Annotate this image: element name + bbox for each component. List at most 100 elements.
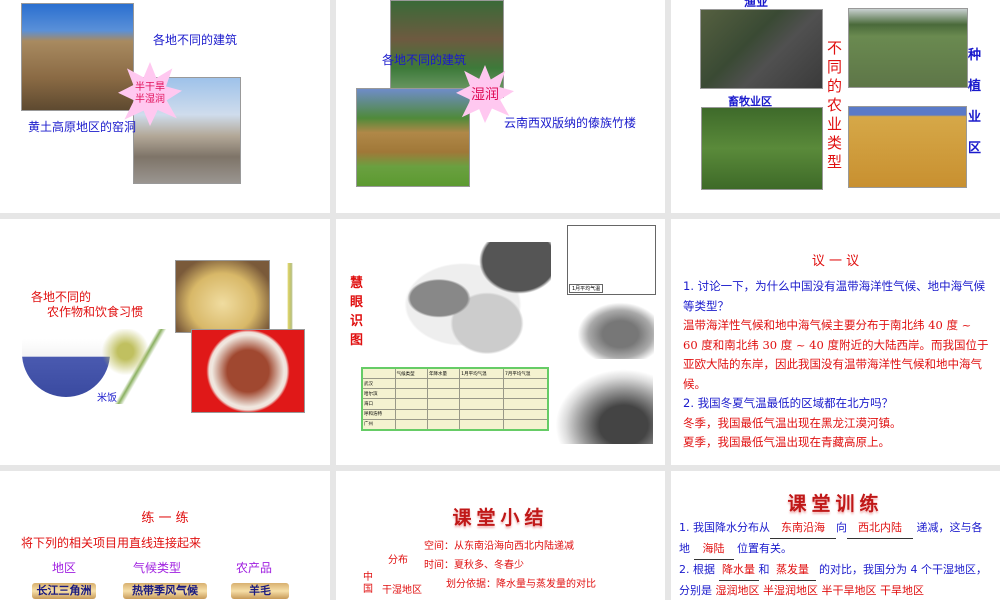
dai-village-photo [356, 88, 470, 187]
answer-2-winter: 冬季，我国最低气温出现在黑龙江漠河镇。 [683, 415, 902, 430]
slide-thumbnail-8[interactable]: 课堂小结 空间：从东南沿海向西北内陆递减 分布 时间：夏秋多、冬春少 中国 划分… [336, 471, 665, 600]
table-cell [361, 367, 396, 380]
slide-thumbnail-3[interactable]: 渔业 畜牧业区 不同的农业类型 种植业区 [671, 0, 1000, 213]
table-cell [459, 378, 504, 390]
table-cell [503, 378, 549, 390]
wheat-field-photo [848, 106, 967, 188]
vertical-title: 慧眼识图 [350, 276, 364, 348]
january-temp-map: 1月平均气温 [567, 225, 656, 295]
column-header-product: 农产品 [236, 561, 273, 575]
grassland-photo [701, 107, 823, 190]
table-cell [394, 418, 428, 431]
q1-text: 向 [836, 521, 847, 534]
planting-char: 业 [968, 110, 982, 125]
fishery-photo [700, 9, 823, 89]
table-cell: 哈尔滨 [361, 388, 396, 400]
table-cell [426, 408, 461, 420]
dry-wet-region-label: 干湿地区 [382, 585, 422, 596]
climate-map [391, 242, 551, 367]
table-cell [426, 398, 461, 410]
product-item[interactable]: 羊毛 [231, 583, 289, 599]
q2-text: 和 [758, 563, 770, 576]
slide-title: 课堂训练 [787, 493, 884, 515]
table-cell [426, 378, 461, 390]
slide-thumbnail-6[interactable]: 议 一 议 1. 讨论一下，为什么中国没有温带海洋性气候、地中海气候等类型？ 温… [671, 219, 1000, 465]
answer-blank: 降水量 [718, 560, 759, 581]
column-header-region: 地区 [52, 561, 77, 575]
slide-thumbnail-9[interactable]: 课堂训练 1. 我国降水分布从 东南沿海向西北内陆 递减，这与各 地 海陆 位置有… [671, 471, 1000, 600]
table-cell [503, 418, 549, 431]
rice-field-photo [848, 8, 968, 88]
q1-text: 位置有关。 [737, 542, 792, 555]
table-cell [394, 388, 428, 400]
planting-label: 种植业区 [968, 40, 984, 164]
table-cell [394, 408, 428, 420]
noodles-photo [175, 260, 270, 333]
answer: 干旱地区 [880, 584, 924, 597]
wheat-icon [275, 263, 305, 329]
distribution-label: 分布 [388, 555, 408, 566]
table-cell: 气候类型 [394, 367, 428, 380]
table-cell: 年降水量 [426, 367, 461, 380]
burst-line: 半湿润 [135, 94, 165, 105]
precipitation-map [570, 297, 654, 359]
caption: 黄土高原地区的窑洞 [28, 120, 137, 134]
answer: 半湿润地区 [763, 584, 818, 597]
distribution-space: 空间：从东南沿海向西北内陆递减 [424, 541, 574, 552]
slide-thumbnail-7[interactable]: 练 一 练 将下列的相关项目用直线连接起来 地区 气候类型 农产品 长江三角洲 … [0, 471, 330, 600]
question-2: 2. 我国冬夏气温最低的区域都在北方吗？ [683, 396, 894, 410]
q2-text: 的对比，我国分为 4 个干湿地区， [819, 563, 987, 576]
answer-2-summer: 夏季，我国最低气温出现在青藏高原上。 [683, 435, 890, 449]
q1-text: 递减，这与各 [916, 521, 983, 534]
answer-blank: 海陆 [693, 539, 734, 560]
table-cell [459, 398, 504, 410]
climate-item[interactable]: 热带季风气候 [123, 583, 207, 599]
exercise-body: 1. 我国降水分布从 东南沿海向西北内陆 递减，这与各 地 海陆 位置有关。 2.… [679, 518, 1000, 600]
slide-thumbnail-4[interactable]: 各地不同的 农作物和饮食习惯 米饭 [0, 219, 330, 465]
q1-text: 1. 我国降水分布从 [679, 521, 770, 534]
rice-label: 米饭 [97, 393, 117, 404]
answer-1: 温带海洋性气候和地中海气候主要分布于南北纬 40 度 ~ 60 度和南北纬 30… [683, 318, 989, 391]
beef-noodle-photo [191, 329, 305, 413]
table-cell: 广州 [361, 418, 396, 431]
temperature-map [555, 369, 653, 444]
discussion-body: 1. 讨论一下，为什么中国没有温带海洋性气候、地中海气候等类型？ 温带海洋性气候… [683, 277, 989, 453]
answer-blank: 东南沿海 [770, 518, 836, 539]
region-item[interactable]: 长江三角洲 [32, 583, 96, 599]
slide-thumbnail-1[interactable]: 各地不同的建筑 黄土高原地区的窑洞 半干旱 半湿润 [0, 0, 330, 213]
table-cell: 海口 [361, 398, 396, 410]
table-cell [503, 398, 549, 410]
planting-char: 区 [968, 141, 982, 156]
instruction: 将下列的相关项目用直线连接起来 [21, 536, 202, 550]
heading-line-2: 农作物和饮食习惯 [47, 305, 144, 319]
slide-title: 课堂小结 [452, 507, 549, 529]
division-basis: 划分依据：降水量与蒸发量的对比 [446, 579, 596, 590]
caption: 云南西双版纳的傣族竹楼 [504, 116, 637, 130]
slide-thumbnail-2[interactable]: 各地不同的建筑 云南西双版纳的傣族竹楼 湿润 [336, 0, 665, 213]
table-cell [503, 388, 549, 400]
table-cell: 1月平均气温 [459, 367, 504, 380]
slide-title: 练 一 练 [141, 511, 189, 526]
burst-line: 半干旱 [135, 82, 165, 93]
table-cell [426, 388, 461, 400]
table-cell: 呼和浩特 [361, 408, 396, 420]
answer-blank: 蒸发量 [769, 560, 816, 581]
table-cell [503, 408, 549, 420]
slide-thumbnail-5[interactable]: 慧眼识图 1月平均气温 气候类型 年降水量 1月平均气温 7月平均气温 武汉 哈尔滨 … [336, 219, 665, 465]
loess-cave-photo [21, 3, 134, 111]
question-1: 1. 讨论一下，为什么中国没有温带海洋性气候、地中海气候等类型？ [683, 279, 986, 313]
table-cell [426, 418, 461, 431]
table-cell [459, 388, 504, 400]
table-cell [459, 418, 504, 431]
slide-title: 各地不同的建筑 [153, 33, 238, 47]
vertical-title: 不同的农业类型 [825, 40, 843, 173]
slide-title: 各地不同的建筑 [382, 53, 467, 67]
q2-text: 分别是 [679, 584, 712, 597]
slide-title: 议 一 议 [811, 254, 860, 269]
q1-text: 地 [679, 542, 690, 555]
planting-char: 种 [968, 48, 982, 63]
table-cell [394, 398, 428, 410]
distribution-time: 时间：夏秋多、冬春少 [424, 560, 524, 571]
table-cell [394, 378, 428, 390]
q2-text: 2. 根据 [679, 563, 715, 576]
